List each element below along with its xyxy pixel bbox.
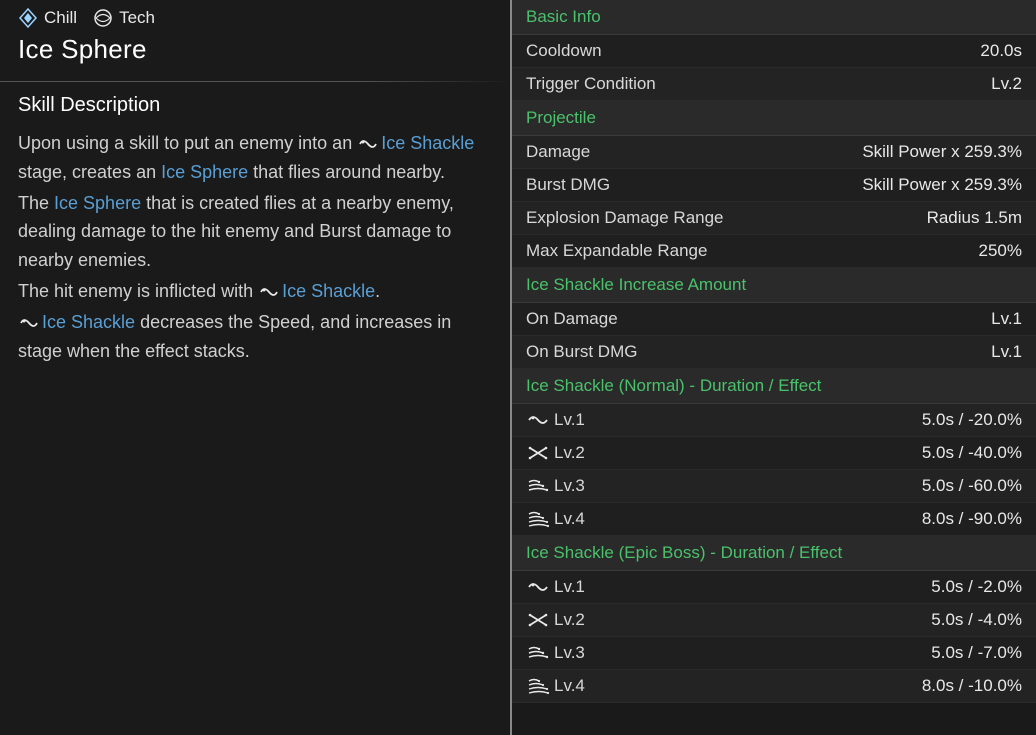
stat-label: On Burst DMG <box>526 342 637 362</box>
stat-row: Lv.4 8.0s / -10.0% <box>512 670 1036 703</box>
stat-row: Max Expandable Range 250% <box>512 235 1036 268</box>
stat-label: On Damage <box>526 309 618 329</box>
stat-label: Lv.2 <box>526 443 585 463</box>
stat-row: Lv.3 5.0s / -60.0% <box>512 470 1036 503</box>
stat-value: Lv.2 <box>991 74 1022 94</box>
lv2-icon <box>526 611 550 629</box>
keyword-ice-shackle: Ice Shackle <box>381 133 474 153</box>
tag-chill: Chill <box>18 8 77 28</box>
stat-label: Explosion Damage Range <box>526 208 724 228</box>
section-title: Skill Description <box>18 94 492 117</box>
shackle-icon <box>357 136 379 152</box>
stat-label: Max Expandable Range <box>526 241 707 261</box>
stat-row: Explosion Damage Range Radius 1.5m <box>512 202 1036 235</box>
stat-value: 5.0s / -60.0% <box>922 476 1022 496</box>
stat-value: 8.0s / -90.0% <box>922 509 1022 529</box>
desc-line: Upon using a skill to put an enemy into … <box>18 129 492 187</box>
stat-row: Burst DMG Skill Power x 259.3% <box>512 169 1036 202</box>
stat-row: Lv.2 5.0s / -40.0% <box>512 437 1036 470</box>
stat-label: Lv.4 <box>526 509 585 529</box>
stat-value: 5.0s / -7.0% <box>931 643 1022 663</box>
chill-icon <box>18 8 38 28</box>
stat-value: 8.0s / -10.0% <box>922 676 1022 696</box>
tag-label: Tech <box>119 8 155 28</box>
stat-row: Lv.1 5.0s / -20.0% <box>512 404 1036 437</box>
stat-value: Lv.1 <box>991 342 1022 362</box>
stat-label: Cooldown <box>526 41 602 61</box>
stat-group-header: Projectile <box>512 101 1036 136</box>
lv4-icon <box>526 510 550 528</box>
stat-label: Burst DMG <box>526 175 610 195</box>
stat-label: Lv.3 <box>526 643 585 663</box>
lv3-icon <box>526 477 550 495</box>
keyword-ice-sphere: Ice Sphere <box>54 193 141 213</box>
stat-label: Lv.2 <box>526 610 585 630</box>
skill-name: Ice Sphere <box>18 34 492 65</box>
stat-row: Lv.2 5.0s / -4.0% <box>512 604 1036 637</box>
stat-group-header: Ice Shackle (Epic Boss) - Duration / Eff… <box>512 536 1036 571</box>
desc-line: The hit enemy is inflicted with Ice Shac… <box>18 277 492 306</box>
keyword-ice-shackle: Ice Shackle <box>42 312 135 332</box>
stat-value: 20.0s <box>980 41 1022 61</box>
lv1-icon <box>526 578 550 596</box>
shackle-icon <box>18 315 40 331</box>
stat-value: 250% <box>979 241 1022 261</box>
shackle-icon <box>258 284 280 300</box>
stat-row: Lv.3 5.0s / -7.0% <box>512 637 1036 670</box>
stat-value: Radius 1.5m <box>927 208 1022 228</box>
keyword-ice-shackle: Ice Shackle <box>282 281 375 301</box>
stat-value: 5.0s / -2.0% <box>931 577 1022 597</box>
stat-row: Damage Skill Power x 259.3% <box>512 136 1036 169</box>
stat-row: Cooldown 20.0s <box>512 35 1036 68</box>
desc-line: Ice Shackle decreases the Speed, and inc… <box>18 308 492 366</box>
stat-value: 5.0s / -4.0% <box>931 610 1022 630</box>
stat-label: Lv.1 <box>526 577 585 597</box>
skill-description-panel: Chill Tech Ice Sphere Skill Description … <box>0 0 510 735</box>
tech-icon <box>93 8 113 28</box>
stat-row: On Damage Lv.1 <box>512 303 1036 336</box>
desc-line: The Ice Sphere that is created flies at … <box>18 189 492 275</box>
stat-value: Skill Power x 259.3% <box>862 175 1022 195</box>
lv2-icon <box>526 444 550 462</box>
skill-description-text: Upon using a skill to put an enemy into … <box>18 129 492 365</box>
stat-value: Skill Power x 259.3% <box>862 142 1022 162</box>
stat-group-header: Basic Info <box>512 0 1036 35</box>
lv4-icon <box>526 677 550 695</box>
keyword-ice-sphere: Ice Sphere <box>161 162 248 182</box>
stat-label: Trigger Condition <box>526 74 656 94</box>
stat-row: On Burst DMG Lv.1 <box>512 336 1036 369</box>
lv3-icon <box>526 644 550 662</box>
stat-label: Damage <box>526 142 590 162</box>
stat-group-header: Ice Shackle (Normal) - Duration / Effect <box>512 369 1036 404</box>
stat-value: 5.0s / -40.0% <box>922 443 1022 463</box>
divider <box>0 81 510 82</box>
stat-label: Lv.3 <box>526 476 585 496</box>
stat-group-header: Ice Shackle Increase Amount <box>512 268 1036 303</box>
stat-value: 5.0s / -20.0% <box>922 410 1022 430</box>
stat-label: Lv.4 <box>526 676 585 696</box>
stats-panel: Basic Info Cooldown 20.0s Trigger Condition… <box>510 0 1036 735</box>
tag-tech: Tech <box>93 8 155 28</box>
stat-row: Lv.4 8.0s / -90.0% <box>512 503 1036 536</box>
stat-row: Trigger Condition Lv.2 <box>512 68 1036 101</box>
stat-value: Lv.1 <box>991 309 1022 329</box>
skill-tags: Chill Tech <box>18 8 492 28</box>
lv1-icon <box>526 411 550 429</box>
stat-row: Lv.1 5.0s / -2.0% <box>512 571 1036 604</box>
stat-label: Lv.1 <box>526 410 585 430</box>
tag-label: Chill <box>44 8 77 28</box>
